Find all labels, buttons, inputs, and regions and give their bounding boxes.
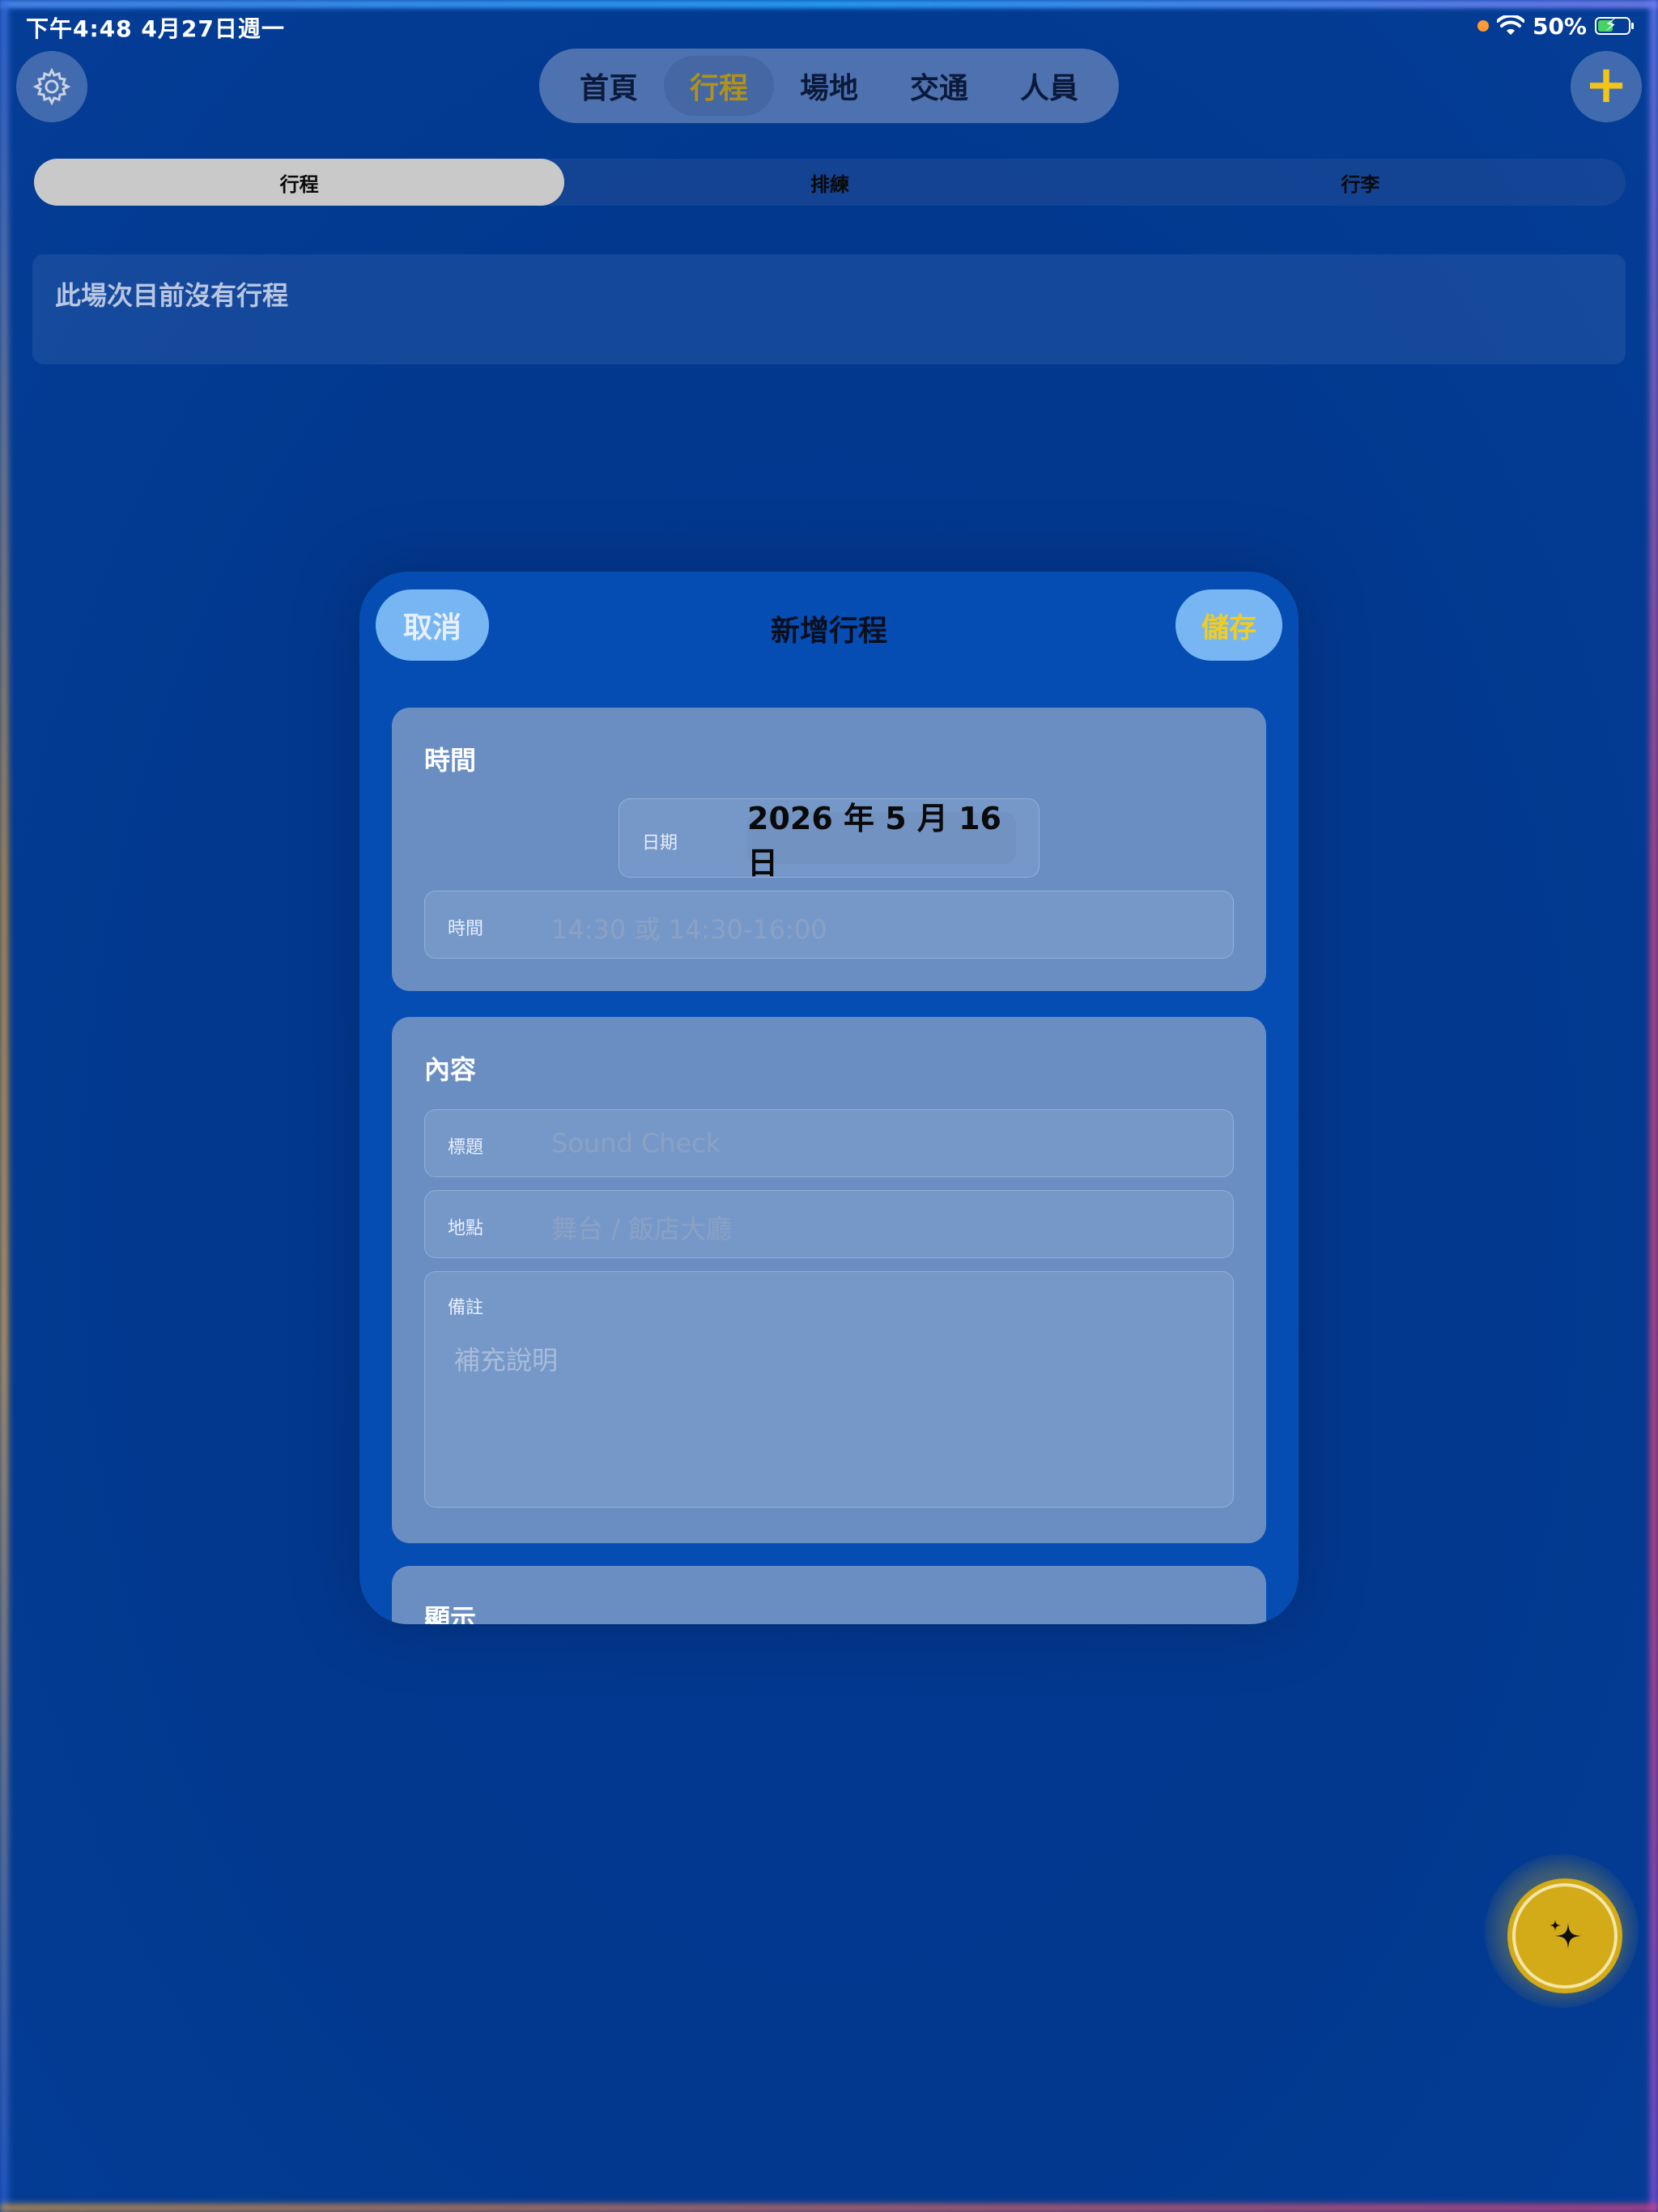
notes-placeholder: 補充說明 xyxy=(454,1345,559,1376)
title-input-placeholder: Sound Check xyxy=(551,1128,721,1159)
edge-glow-left xyxy=(0,0,8,2212)
title-label: 標題 xyxy=(448,1138,484,1158)
time-section-title: 時間 xyxy=(424,745,477,776)
privacy-indicator-dot xyxy=(1477,20,1489,32)
save-button[interactable]: 儲存 xyxy=(1175,589,1282,661)
new-schedule-modal: 取消 新增行程 儲存 時間 日期 2026 年 5 月 16 日 時間 14:3… xyxy=(359,572,1299,1624)
content-section-title: 內容 xyxy=(424,1054,477,1085)
app-screen: 下午4:48 4月27日週一 50% ⚡ 首頁 行程 場地 交通 人員 + 行程… xyxy=(0,0,1658,2212)
tab-transport[interactable]: 交通 xyxy=(884,56,994,116)
date-picker-button[interactable]: 2026 年 5 月 16 日 xyxy=(747,801,1016,881)
time-section: 時間 日期 2026 年 5 月 16 日 時間 14:30 或 14:30-1… xyxy=(392,708,1266,991)
sub-segment-control: 行程 排練 行李 xyxy=(34,159,1626,206)
segment-rehearsal[interactable]: 排練 xyxy=(564,159,1095,206)
edge-glow-bottom xyxy=(0,2204,1658,2212)
ai-assistant-button[interactable] xyxy=(1512,1883,1618,1989)
tab-personnel[interactable]: 人員 xyxy=(994,56,1104,116)
tab-venue[interactable]: 場地 xyxy=(774,56,884,116)
location-label: 地點 xyxy=(448,1219,484,1239)
plus-icon: + xyxy=(1584,55,1628,115)
content-section: 內容 標題 Sound Check 地點 舞台 / 飯店大廳 備註 補充說明 xyxy=(392,1017,1266,1543)
battery-charging-icon: ⚡ xyxy=(1595,15,1634,36)
display-section-title: 顯示 xyxy=(424,1603,477,1624)
modal-title: 新增行程 xyxy=(770,615,887,648)
empty-state-card: 此場次目前沒有行程 xyxy=(32,254,1626,364)
battery-percent: 50% xyxy=(1532,12,1587,40)
time-input-placeholder: 14:30 或 14:30-16:00 xyxy=(551,914,827,945)
main-tab-bar: 首頁 行程 場地 交通 人員 xyxy=(539,49,1119,123)
location-input-placeholder: 舞台 / 飯店大廳 xyxy=(551,1214,733,1244)
segment-schedule[interactable]: 行程 xyxy=(34,159,565,206)
tab-schedule[interactable]: 行程 xyxy=(664,56,774,116)
sparkles-icon xyxy=(1550,1920,1581,1949)
display-section: 顯示 xyxy=(392,1566,1266,1624)
notes-textarea[interactable]: 備註 補充說明 xyxy=(424,1271,1234,1508)
time-label: 時間 xyxy=(448,919,484,939)
status-time-date: 下午4:48 4月27日週一 xyxy=(26,15,285,42)
bolt-icon: ⚡ xyxy=(1605,15,1618,36)
add-button[interactable]: + xyxy=(1571,51,1642,122)
location-field[interactable]: 地點 舞台 / 飯店大廳 xyxy=(424,1190,1234,1258)
notes-label: 備註 xyxy=(448,1298,484,1318)
status-bar: 下午4:48 4月27日週一 50% ⚡ xyxy=(0,0,1658,52)
edge-glow-right xyxy=(1650,0,1658,2212)
status-indicators: 50% ⚡ xyxy=(1477,11,1634,40)
date-label: 日期 xyxy=(642,833,678,853)
date-field: 日期 2026 年 5 月 16 日 xyxy=(619,798,1039,881)
time-field[interactable]: 時間 14:30 或 14:30-16:00 xyxy=(424,891,1234,959)
empty-state-text: 此場次目前沒有行程 xyxy=(55,280,289,311)
segment-luggage[interactable]: 行李 xyxy=(1095,159,1626,206)
settings-button[interactable] xyxy=(16,51,87,122)
title-field[interactable]: 標題 Sound Check xyxy=(424,1109,1234,1177)
wifi-icon xyxy=(1496,15,1524,35)
tab-home[interactable]: 首頁 xyxy=(554,56,664,116)
gear-icon xyxy=(32,67,71,106)
